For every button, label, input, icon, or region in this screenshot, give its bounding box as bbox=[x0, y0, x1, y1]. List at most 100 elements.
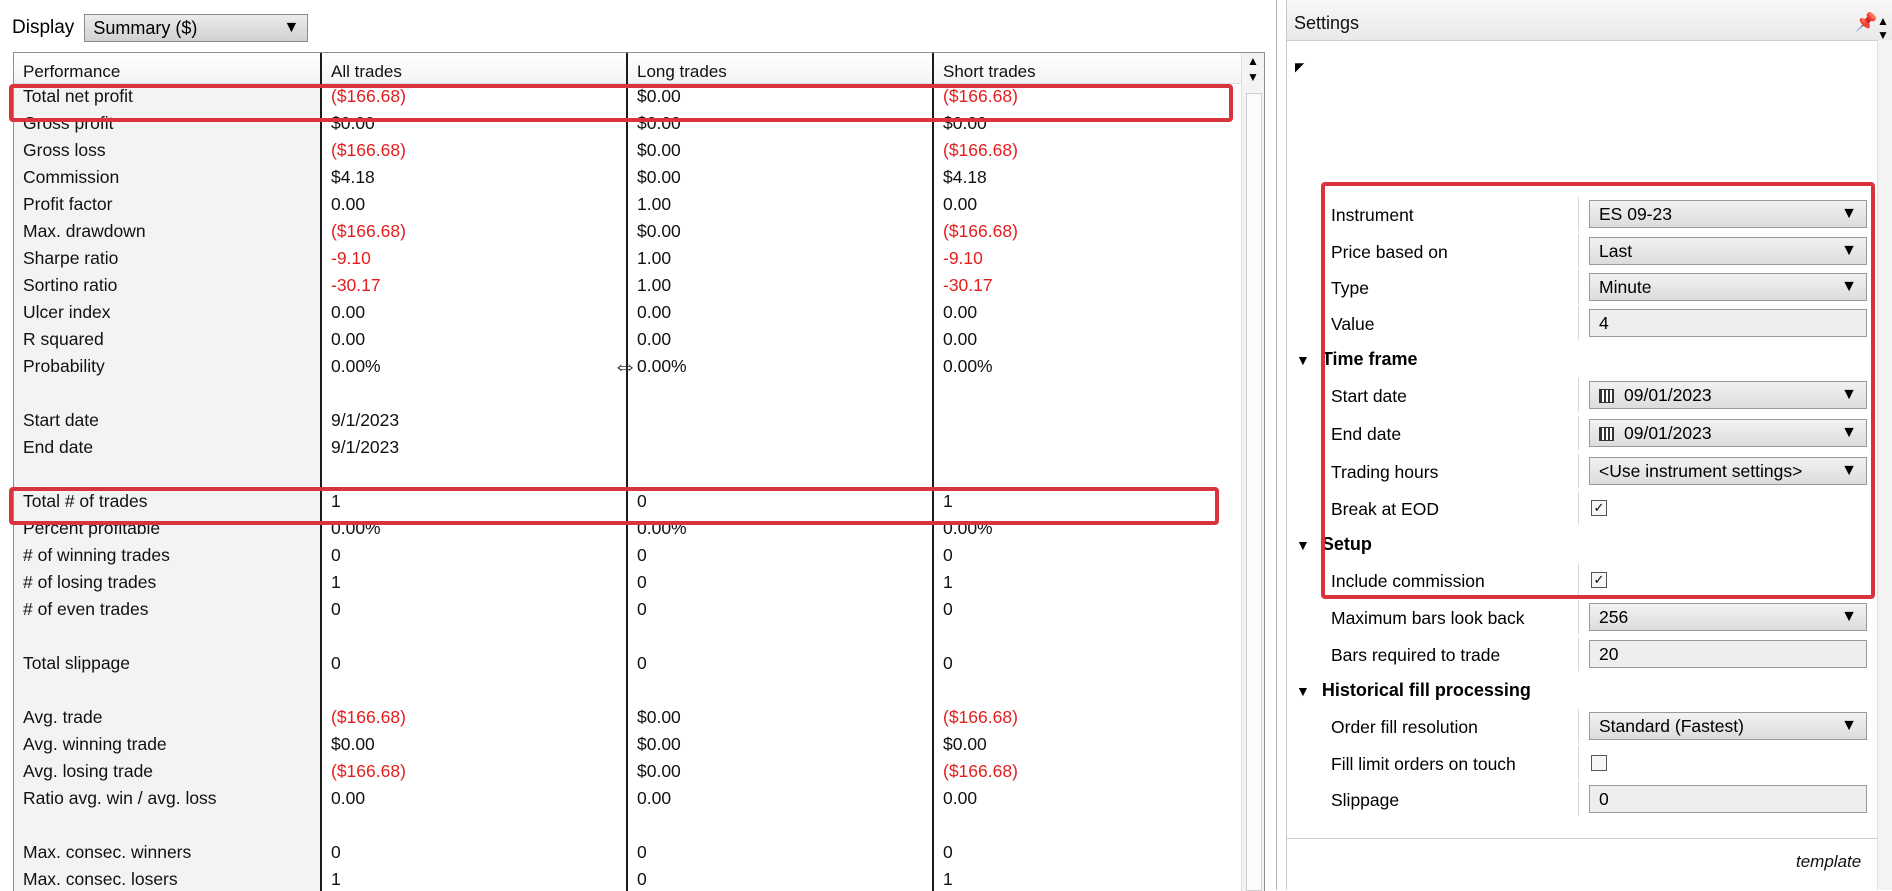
table-row: Ulcer index 0.00 0.00 0.00 bbox=[14, 299, 1244, 326]
cell-all: 0 bbox=[331, 653, 341, 673]
cell-long: 1.00 bbox=[637, 275, 672, 295]
cell-all: 9/1/2023 bbox=[331, 437, 400, 457]
cell-short: ($166.68) bbox=[943, 761, 1018, 781]
display-bar: Display Summary ($) ▼ bbox=[12, 12, 309, 44]
cell-short: 1 bbox=[943, 572, 953, 592]
settings-header: Settings 📌 ▲ ▼ bbox=[1287, 0, 1892, 42]
header-all-trades[interactable]: All trades bbox=[331, 62, 402, 82]
row-label: Ulcer index bbox=[23, 302, 111, 322]
grid-scrollbar[interactable]: ▲ ▼ bbox=[1241, 53, 1264, 891]
table-row: # of even trades 0 0 0 bbox=[14, 596, 1244, 623]
template-link[interactable]: template bbox=[1796, 852, 1861, 872]
cell-long: $0.00 bbox=[637, 761, 681, 781]
highlight-total-trades bbox=[9, 487, 1219, 525]
cell-all: -9.10 bbox=[331, 248, 371, 268]
row-label: Max. consec. losers bbox=[23, 869, 178, 889]
table-row: Max. consec. winners 0 0 0 bbox=[14, 839, 1244, 866]
row-label: Avg. trade bbox=[23, 707, 103, 727]
highlight-settings bbox=[1321, 182, 1875, 599]
table-row: R squared 0.00 0.00 0.00 bbox=[14, 326, 1244, 353]
cell-all: 9/1/2023 bbox=[331, 410, 400, 430]
cell-all: 0.00 bbox=[331, 194, 366, 214]
cell-short: -30.17 bbox=[943, 275, 993, 295]
display-label: Display bbox=[12, 17, 75, 38]
performance-grid: Performance All trades Long trades Short… bbox=[13, 52, 1265, 891]
slippage-input[interactable]: 0 bbox=[1589, 785, 1867, 813]
row-label: # of winning trades bbox=[23, 545, 170, 565]
cell-all: $0.00 bbox=[331, 734, 375, 754]
cell-short: 0 bbox=[943, 599, 953, 619]
prop-separator bbox=[1578, 782, 1579, 816]
collapse-triangle-icon: ▼ bbox=[1296, 351, 1310, 368]
chevron-down-icon: ▼ bbox=[1841, 717, 1857, 734]
cell-short: ($166.68) bbox=[943, 140, 1018, 160]
highlight-total-net-profit bbox=[9, 84, 1233, 122]
table-row: Max. drawdown ($166.68) $0.00 ($166.68) bbox=[14, 218, 1244, 245]
prop-label: Order fill resolution bbox=[1331, 717, 1478, 737]
pin-icon[interactable]: 📌 bbox=[1855, 12, 1877, 33]
cell-all: ($166.68) bbox=[331, 221, 406, 241]
cell-short: 1 bbox=[943, 869, 953, 889]
section-historical-fill[interactable]: ▼ Historical fill processing bbox=[1296, 680, 1531, 701]
cell-all: 0 bbox=[331, 599, 341, 619]
cell-short: $4.18 bbox=[943, 167, 987, 187]
table-row: # of losing trades 1 0 1 bbox=[14, 569, 1244, 596]
cell-short: 0.00 bbox=[943, 329, 978, 349]
cell-long: 0.00% bbox=[637, 356, 687, 376]
cell-long: 0 bbox=[637, 545, 647, 565]
cell-long: 0 bbox=[637, 869, 647, 889]
cell-all: 0 bbox=[331, 842, 341, 862]
table-row: Avg. losing trade ($166.68) $0.00 ($166.68) bbox=[14, 758, 1244, 785]
cell-short: -9.10 bbox=[943, 248, 983, 268]
cell-all: $4.18 bbox=[331, 167, 375, 187]
row-label: # of even trades bbox=[23, 599, 149, 619]
cell-short: 0.00 bbox=[943, 194, 978, 214]
collapse-triangle-icon: ▼ bbox=[1296, 682, 1310, 699]
menu-arrows-icon[interactable]: ▲ ▼ bbox=[1877, 14, 1889, 42]
scroll-down-icon[interactable]: ▼ bbox=[1242, 69, 1264, 85]
cell-short: 0.00 bbox=[943, 788, 978, 808]
cell-long: 0.00 bbox=[637, 788, 672, 808]
cell-short: 0 bbox=[943, 545, 953, 565]
display-select[interactable]: Summary ($) ▼ bbox=[84, 14, 309, 42]
collapse-arrow-icon[interactable]: ◤ bbox=[1295, 60, 1304, 74]
cell-all: ($166.68) bbox=[331, 707, 406, 727]
cell-all: 1 bbox=[331, 869, 341, 889]
header-short-trades[interactable]: Short trades bbox=[943, 62, 1036, 82]
cell-short: 0 bbox=[943, 653, 953, 673]
max-bars-value: 256 bbox=[1599, 606, 1629, 627]
row-label: Avg. winning trade bbox=[23, 734, 167, 754]
cell-all: 0.00% bbox=[331, 356, 381, 376]
table-row: Avg. trade ($166.68) $0.00 ($166.68) bbox=[14, 704, 1244, 731]
chevron-down-icon: ▼ bbox=[283, 19, 300, 36]
max-bars-select[interactable]: 256 ▼ bbox=[1589, 603, 1867, 631]
order-fill-select[interactable]: Standard (Fastest) ▼ bbox=[1589, 712, 1867, 740]
table-row: Gross loss ($166.68) $0.00 ($166.68) bbox=[14, 137, 1244, 164]
header-performance[interactable]: Performance bbox=[23, 62, 120, 82]
table-row: Profit factor 0.00 1.00 0.00 bbox=[14, 191, 1244, 218]
header-long-trades[interactable]: Long trades bbox=[637, 62, 727, 82]
cell-long: $0.00 bbox=[637, 707, 681, 727]
table-row: Sortino ratio -30.17 1.00 -30.17 bbox=[14, 272, 1244, 299]
prop-bars-required: Bars required to trade 20 bbox=[1287, 637, 1869, 671]
performance-panel: Display Summary ($) ▼ Performance All tr… bbox=[0, 0, 1277, 891]
scrollbar-thumb[interactable] bbox=[1246, 93, 1262, 891]
settings-scrollbar[interactable] bbox=[1877, 40, 1892, 890]
section-title: Historical fill processing bbox=[1321, 680, 1531, 700]
bars-required-input[interactable]: 20 bbox=[1589, 640, 1867, 668]
resize-cursor-icon: ⇔ bbox=[612, 350, 638, 380]
cell-short: $0.00 bbox=[943, 734, 987, 754]
cell-short: 0 bbox=[943, 842, 953, 862]
scroll-up-icon[interactable]: ▲ bbox=[1242, 53, 1264, 69]
prop-separator bbox=[1578, 746, 1579, 780]
cell-long: 1.00 bbox=[637, 248, 672, 268]
cell-short: 0.00 bbox=[943, 302, 978, 322]
table-row: Total slippage 0 0 0 bbox=[14, 650, 1244, 677]
cell-short: ($166.68) bbox=[943, 221, 1018, 241]
fill-limit-checkbox[interactable] bbox=[1591, 755, 1607, 771]
cell-all: 1 bbox=[331, 572, 341, 592]
cell-short: 0.00% bbox=[943, 356, 993, 376]
cell-long: $0.00 bbox=[637, 734, 681, 754]
prop-label: Slippage bbox=[1331, 790, 1400, 810]
row-label: Max. drawdown bbox=[23, 221, 146, 241]
